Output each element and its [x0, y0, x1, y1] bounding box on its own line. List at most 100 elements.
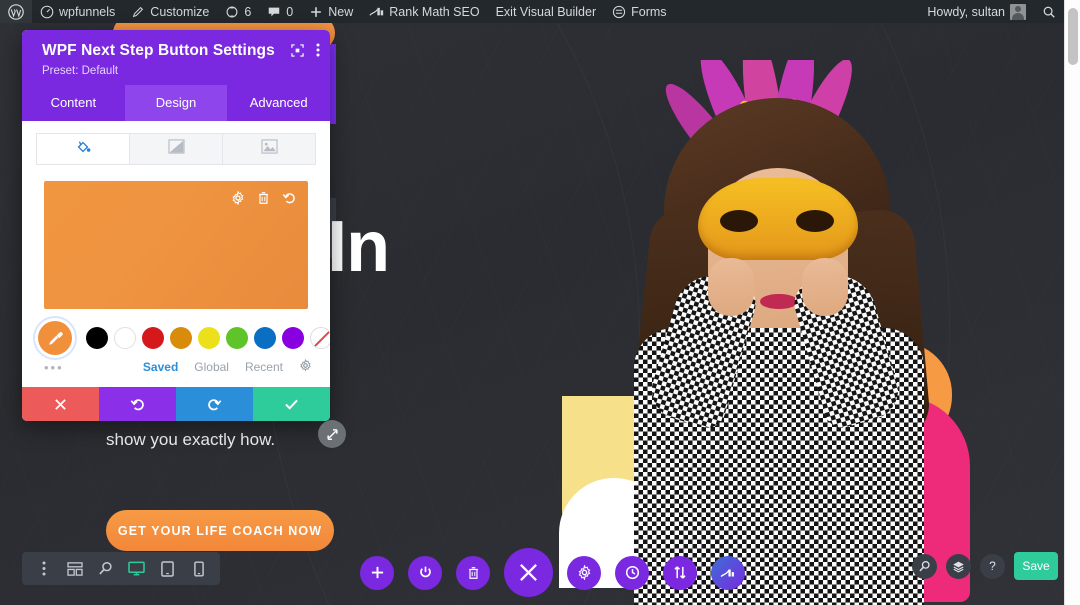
- avatar: [1010, 3, 1026, 20]
- trash-icon[interactable]: [257, 191, 270, 205]
- swatch-blue[interactable]: [254, 327, 276, 349]
- gear-icon[interactable]: [567, 555, 601, 590]
- magnifier-icon[interactable]: [90, 552, 121, 585]
- eye: [796, 210, 834, 232]
- swatch-black[interactable]: [86, 327, 108, 349]
- palette-tab-recent[interactable]: Recent: [245, 360, 283, 374]
- palette-tabs: Saved Global Recent: [143, 358, 312, 375]
- admin-bar-label: 6: [244, 4, 252, 19]
- up-down-arrows-icon[interactable]: [663, 555, 697, 590]
- hero-photo: [612, 60, 942, 605]
- magnifier-icon[interactable]: [912, 553, 937, 579]
- tablet-icon[interactable]: [152, 552, 183, 585]
- speed-icon[interactable]: [711, 555, 745, 590]
- swatch-green[interactable]: [226, 327, 248, 349]
- gradient-icon: [167, 139, 185, 159]
- hand-right: [802, 258, 848, 316]
- preview-actions: [231, 190, 296, 206]
- undo-button[interactable]: [99, 387, 176, 421]
- redo-button[interactable]: [176, 387, 253, 421]
- desktop-icon[interactable]: [121, 552, 152, 585]
- site-icon: [40, 5, 54, 19]
- admin-bar-label: Forms: [631, 4, 667, 19]
- undo-icon[interactable]: [282, 191, 296, 205]
- gear-icon[interactable]: [299, 358, 312, 375]
- palette-footer: ••• Saved Global Recent: [22, 355, 330, 387]
- resize-handle-icon[interactable]: [318, 420, 346, 448]
- subtab-background-color[interactable]: [36, 133, 130, 165]
- admin-bar-item-updates[interactable]: 6: [217, 0, 259, 23]
- palette-tab-global[interactable]: Global: [194, 360, 229, 374]
- admin-bar-item-rank-math[interactable]: Rank Math SEO: [361, 0, 487, 23]
- page-scrollbar[interactable]: [1064, 0, 1080, 605]
- clock-icon[interactable]: [615, 555, 649, 590]
- builder-toolbar: [360, 548, 745, 597]
- modal-title: WPF Next Step Button Settings: [42, 42, 275, 59]
- modal-action-bar: [22, 387, 330, 421]
- trash-icon[interactable]: [456, 555, 490, 590]
- eye: [720, 210, 758, 232]
- add-section-button[interactable]: [360, 555, 394, 590]
- scrollbar-thumb[interactable]: [1068, 8, 1078, 65]
- tab-design[interactable]: Design: [124, 85, 228, 121]
- focus-icon[interactable]: [291, 43, 304, 57]
- swatch-red[interactable]: [142, 327, 164, 349]
- wireframe-icon[interactable]: [59, 552, 90, 585]
- paint-bucket-icon: [75, 139, 91, 160]
- admin-bar-item-exit-visual-builder[interactable]: Exit Visual Builder: [488, 0, 605, 23]
- more-swatches-button[interactable]: •••: [44, 360, 64, 375]
- admin-bar-item-wordpress[interactable]: [0, 0, 32, 23]
- modal-preset-selector[interactable]: Preset: Default: [42, 65, 316, 77]
- builder-right-toolbar: ? Save: [912, 552, 1058, 580]
- wordpress-logo-icon: [8, 3, 24, 20]
- tab-advanced[interactable]: Advanced: [227, 85, 330, 121]
- admin-bar-search[interactable]: [1034, 0, 1064, 23]
- subtab-background-gradient[interactable]: [130, 133, 223, 165]
- admin-bar-item-forms[interactable]: Forms: [604, 0, 674, 23]
- save-button[interactable]: Save: [1014, 552, 1058, 580]
- admin-bar-item-customize[interactable]: Customize: [123, 0, 217, 23]
- admin-bar-label: Rank Math SEO: [389, 4, 480, 19]
- swatch-yellow[interactable]: [198, 327, 220, 349]
- layers-icon[interactable]: [946, 553, 971, 579]
- cancel-button[interactable]: [22, 387, 99, 421]
- swatch-purple[interactable]: [282, 327, 304, 349]
- admin-bar-label: 0: [286, 4, 294, 19]
- search-icon: [1042, 5, 1056, 19]
- wp-admin-bar: wpfunnels Customize 6 0 New Rank Math SE…: [0, 0, 1064, 23]
- palette-tab-saved[interactable]: Saved: [143, 360, 178, 374]
- admin-bar-item-comments[interactable]: 0: [259, 0, 301, 23]
- question-mark-icon[interactable]: ?: [980, 553, 1005, 579]
- subtab-background-image[interactable]: [223, 133, 316, 165]
- modal-header: WPF Next Step Button Settings Preset: De…: [22, 30, 330, 85]
- kebab-menu-icon[interactable]: [316, 43, 320, 57]
- admin-bar-label: wpfunnels: [59, 4, 116, 19]
- background-color-preview[interactable]: [44, 181, 308, 309]
- swatch-white[interactable]: [114, 327, 136, 349]
- more-options-button[interactable]: [28, 552, 59, 585]
- admin-bar-account[interactable]: Howdy, sultan: [919, 0, 1034, 23]
- eyedropper-icon[interactable]: [38, 321, 72, 355]
- power-icon[interactable]: [408, 555, 442, 590]
- phone-icon[interactable]: [183, 552, 214, 585]
- admin-bar-label: Exit Visual Builder: [495, 4, 597, 19]
- admin-bar-label: New: [328, 4, 354, 19]
- view-mode-toolbar: [22, 552, 220, 585]
- pencil-icon: [131, 5, 145, 19]
- gear-icon[interactable]: [231, 190, 245, 206]
- swatch-orange[interactable]: [170, 327, 192, 349]
- modal-header-actions: [291, 43, 320, 57]
- swatch-transparent[interactable]: [310, 327, 330, 349]
- forms-icon: [612, 5, 626, 19]
- admin-bar-item-site[interactable]: wpfunnels: [32, 0, 123, 23]
- save-settings-button[interactable]: [253, 387, 330, 421]
- close-toolbar-button[interactable]: [504, 548, 553, 597]
- lips: [760, 294, 798, 309]
- admin-bar-item-new[interactable]: New: [301, 0, 361, 23]
- tab-content[interactable]: Content: [22, 85, 125, 121]
- cta-button[interactable]: GET YOUR LIFE COACH NOW: [106, 510, 334, 551]
- rank-math-icon: [369, 5, 384, 19]
- hand-left: [708, 258, 754, 316]
- image-icon: [260, 139, 278, 159]
- modal-tabs: Content Design Advanced: [22, 85, 330, 121]
